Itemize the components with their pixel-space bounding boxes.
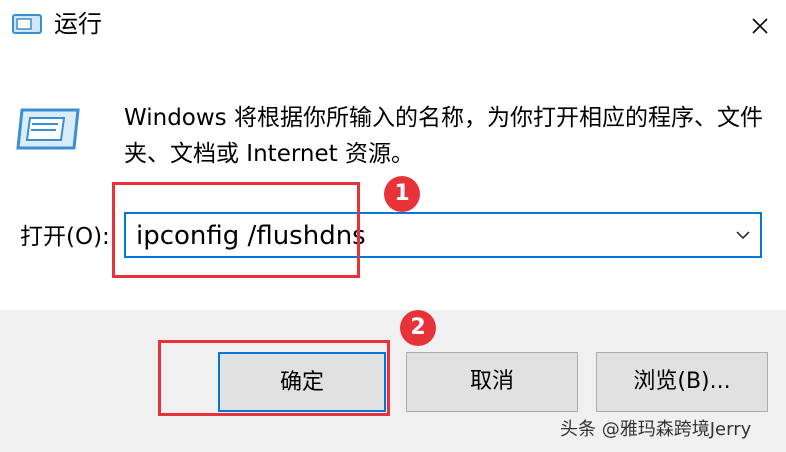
annotation-highlight-ok — [158, 340, 390, 416]
chevron-down-icon[interactable] — [734, 226, 752, 244]
close-icon[interactable] — [742, 8, 778, 44]
open-field-label: 打开(O): — [20, 224, 110, 250]
cancel-button[interactable]: 取消 — [406, 352, 578, 412]
title-bar: 运行 — [0, 0, 786, 52]
run-dialog-icon — [16, 108, 80, 150]
dialog-description: Windows 将根据你所输入的名称，为你打开相应的程序、文件夹、文档或 Int… — [124, 105, 763, 167]
run-app-icon — [12, 14, 42, 34]
annotation-badge-1: 1 — [384, 176, 420, 212]
window-title: 运行 — [54, 10, 102, 38]
annotation-highlight-input — [112, 182, 360, 278]
annotation-badge-2: 2 — [400, 310, 436, 346]
browse-button[interactable]: 浏览(B)... — [596, 352, 768, 412]
watermark-text: 头条 @雅玛森跨境Jerry — [560, 419, 752, 440]
